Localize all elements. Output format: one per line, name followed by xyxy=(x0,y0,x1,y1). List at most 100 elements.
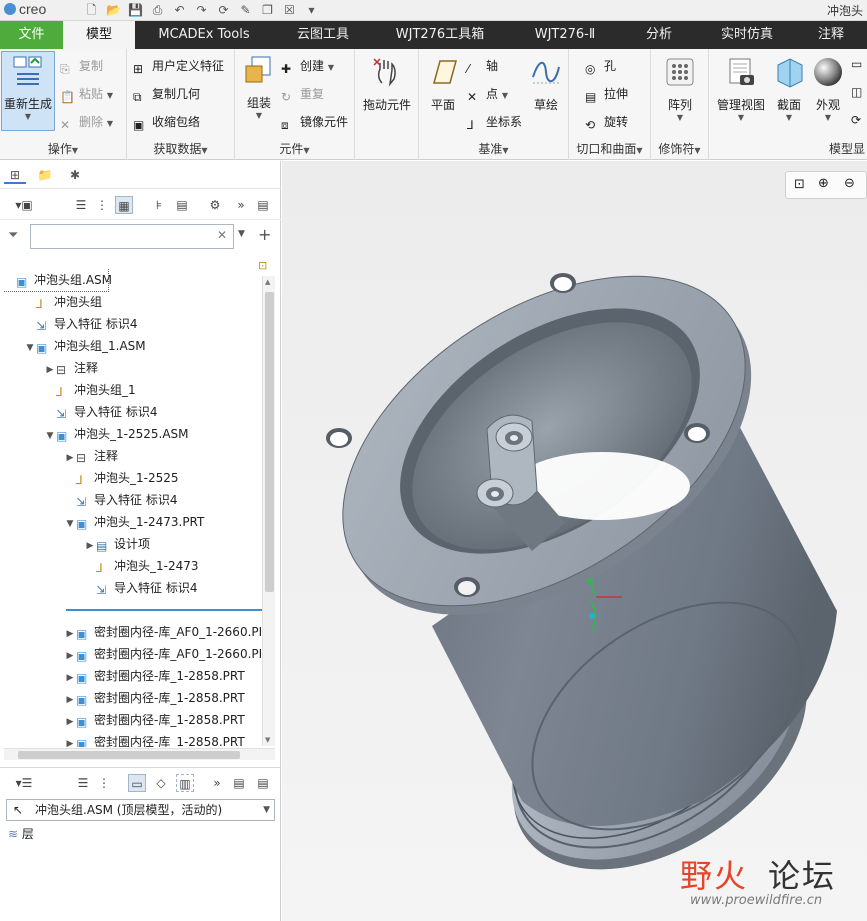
csys-button[interactable]: ⅃ 坐标系 xyxy=(467,113,522,134)
group-label-operations[interactable]: 操作▼ xyxy=(0,140,126,158)
tree-node[interactable]: ⅃ 冲泡头_1-2525 xyxy=(4,467,262,489)
assemble-button[interactable]: 组装 ▼ xyxy=(239,53,279,120)
brew-head-model[interactable] xyxy=(282,161,867,921)
copy-geometry-button[interactable]: ⧉ 复制几何 xyxy=(133,85,200,106)
new-file-icon[interactable]: 🗋 xyxy=(82,2,101,18)
expand-node-icon[interactable]: ▶ xyxy=(64,447,76,469)
tree-node[interactable]: ▼ ▣ 冲泡头_1-2473.PRT xyxy=(4,511,262,533)
close-window-icon[interactable]: ☒ xyxy=(280,2,299,18)
tree-node[interactable]: ▼ ▣ 冲泡头组_1.ASM xyxy=(4,335,262,357)
tree-node[interactable]: ▶ ▣ 密封圈内径-库_1-2858.PRT xyxy=(4,709,262,731)
tree-hscroll-thumb[interactable] xyxy=(18,751,240,759)
folder-browser-tab-icon[interactable]: 📁 xyxy=(34,166,56,184)
tree-node[interactable]: ▶ ▣ 密封圈内径-库_1-2858.PRT xyxy=(4,687,262,709)
tree-node[interactable]: ⅃ 冲泡头组 xyxy=(4,291,262,313)
tab-model[interactable]: 模型 xyxy=(63,21,135,49)
favorites-tab-icon[interactable]: ✱ xyxy=(64,166,86,184)
regenerate-button[interactable]: 重新生成 ▼ xyxy=(1,51,55,131)
layer-more-icon[interactable]: » xyxy=(208,774,226,792)
tree-node[interactable]: ⇲ 导入特征 标识4 xyxy=(4,489,262,511)
tab-wjt276-toolbox[interactable]: WJT276工具箱 xyxy=(382,21,498,49)
tab-realtime-sim[interactable]: 实时仿真 xyxy=(704,21,790,49)
tree-horizontal-scrollbar[interactable] xyxy=(4,748,275,760)
tree-insert-indicator[interactable] xyxy=(4,599,262,621)
expand-node-icon[interactable]: ▶ xyxy=(64,645,76,667)
display-style-icon[interactable]: ▭ xyxy=(851,57,862,71)
regenerate-dropdown-icon[interactable]: ▼ xyxy=(2,112,54,121)
tree-search-input[interactable]: ✕ xyxy=(30,224,234,249)
repeat-button[interactable]: ↻ 重复 xyxy=(281,85,324,106)
insert-here-line[interactable] xyxy=(66,609,262,611)
tree-node[interactable]: ⇲ 导入特征 标识4 xyxy=(4,313,262,335)
tree-display-toggle-icon[interactable]: ▾▣ xyxy=(6,196,42,214)
tree-node[interactable]: ▣ 冲泡头组.ASM xyxy=(4,269,112,292)
delete-button[interactable]: ✕ 删除 ▼ xyxy=(60,113,113,134)
windows-icon[interactable]: ❐ xyxy=(258,2,277,18)
tree-node[interactable]: ▶ ▤ 设计项 xyxy=(4,533,262,555)
tree-settings-gear-icon[interactable]: ⚙ xyxy=(206,196,224,214)
mirror-component-button[interactable]: ⧈ 镜像元件 xyxy=(281,113,348,134)
group-label-modifiers[interactable]: 修饰符▼ xyxy=(651,140,708,158)
redo-icon[interactable]: ↷ xyxy=(192,2,211,18)
manage-views-button[interactable]: 管理视图 ▼ xyxy=(711,55,771,122)
pattern-button[interactable]: 阵列 ▼ xyxy=(659,55,701,122)
undo-icon[interactable]: ↶ xyxy=(170,2,189,18)
collapse-node-icon[interactable]: ▼ xyxy=(44,425,56,447)
tree-node[interactable]: ▶ ▣ 密封圈内径-库_1-2858.PRT xyxy=(4,731,262,747)
tab-analysis[interactable]: 分析 xyxy=(630,21,688,49)
more-tools-icon[interactable]: » xyxy=(232,196,250,214)
layer-expand-icon[interactable]: ☰ xyxy=(74,774,92,792)
group-label-component[interactable]: 元件▼ xyxy=(235,140,354,158)
shrinkwrap-button[interactable]: ▣ 收缩包络 xyxy=(133,113,200,134)
search-dropdown-icon[interactable]: ▼ xyxy=(238,229,245,239)
hole-button[interactable]: ◎ 孔 xyxy=(585,57,616,78)
tree-node[interactable]: ▼ ▣ 冲泡头_1-2525.ASM xyxy=(4,423,262,445)
paste-button[interactable]: 📋 粘贴 ▼ xyxy=(60,85,113,106)
tree-node[interactable]: ⇲ 导入特征 标识4 xyxy=(4,577,262,599)
group-label-model-display[interactable]: 模型显 xyxy=(709,140,867,158)
tree-columns-icon[interactable]: ▦ xyxy=(115,196,133,214)
expand-node-icon[interactable]: ▶ xyxy=(44,359,56,381)
model-tree-tab-icon[interactable]: ⊞ xyxy=(4,166,26,184)
udf-button[interactable]: ⊞ 用户定义特征 xyxy=(133,57,224,78)
expand-node-icon[interactable]: ▶ xyxy=(84,535,96,557)
expand-node-icon[interactable]: ▶ xyxy=(64,689,76,711)
axis-button[interactable]: ⁄ 轴 xyxy=(467,57,498,78)
section-button[interactable]: 截面 ▼ xyxy=(771,55,807,122)
layer-display-icon[interactable]: ▾☰ xyxy=(6,774,42,792)
group-label-cut-surface[interactable]: 切口和曲面▼ xyxy=(569,140,650,158)
layer-isolate-icon[interactable]: ▥ xyxy=(176,774,194,792)
collapse-node-icon[interactable]: ▼ xyxy=(24,337,36,359)
group-label-get-data[interactable]: 获取数据▼ xyxy=(127,140,234,158)
tree-node[interactable]: ⅃ 冲泡头_1-2473 xyxy=(4,555,262,577)
tab-wjt276-ii[interactable]: WJT276-Ⅱ xyxy=(516,21,614,49)
extrude-button[interactable]: ▤ 拉伸 xyxy=(585,85,628,106)
tree-collapse-icon[interactable]: ⋮ xyxy=(93,196,111,214)
layer-collapse-icon[interactable]: ⋮ xyxy=(95,774,113,792)
tab-file[interactable]: 文件 xyxy=(0,21,63,49)
revolve-button[interactable]: ⟲ 旋转 xyxy=(585,113,628,134)
tree-node[interactable]: ▶ ⊟ 注释 xyxy=(4,357,262,379)
tree-node[interactable]: ▶ ▣ 密封圈内径-库_AF0_1-2660.PI xyxy=(4,621,262,643)
tab-mcadex-tools[interactable]: MCADEx Tools xyxy=(143,21,265,49)
expand-node-icon[interactable]: ▶ xyxy=(64,733,76,747)
tree-node[interactable]: ▶ ▣ 密封圈内径-库_AF0_1-2660.PI xyxy=(4,643,262,665)
drag-components-button[interactable]: 拖动元件 xyxy=(359,55,415,113)
layer-show-icon[interactable]: ▭ xyxy=(128,774,146,792)
tree-options-icon[interactable]: ▤ xyxy=(254,196,272,214)
tab-cloud-tools[interactable]: 云图工具 xyxy=(280,21,366,49)
filter-funnel-icon[interactable]: ⏷ xyxy=(8,228,18,243)
tree-node[interactable]: ▶ ⊟ 注释 xyxy=(4,445,262,467)
tools-icon[interactable]: ✎ xyxy=(236,2,255,18)
appearance-button[interactable]: 外观 ▼ xyxy=(809,55,847,122)
expand-node-icon[interactable]: ▶ xyxy=(64,667,76,689)
save-icon[interactable]: 💾 xyxy=(126,2,145,18)
layer-properties-icon[interactable]: ▤ xyxy=(230,774,248,792)
sketch-button[interactable]: 草绘 xyxy=(525,55,567,113)
tree-node[interactable]: ▶ ▣ 密封圈内径-库_1-2858.PRT xyxy=(4,665,262,687)
tree-vscroll-thumb[interactable] xyxy=(265,292,274,592)
layer-options-icon[interactable]: ▤ xyxy=(254,774,272,792)
collapse-node-icon[interactable]: ▼ xyxy=(64,513,76,535)
tree-filter-icon[interactable]: ⊧ xyxy=(150,196,168,214)
copy-button[interactable]: ⎘ 复制 xyxy=(60,57,103,78)
